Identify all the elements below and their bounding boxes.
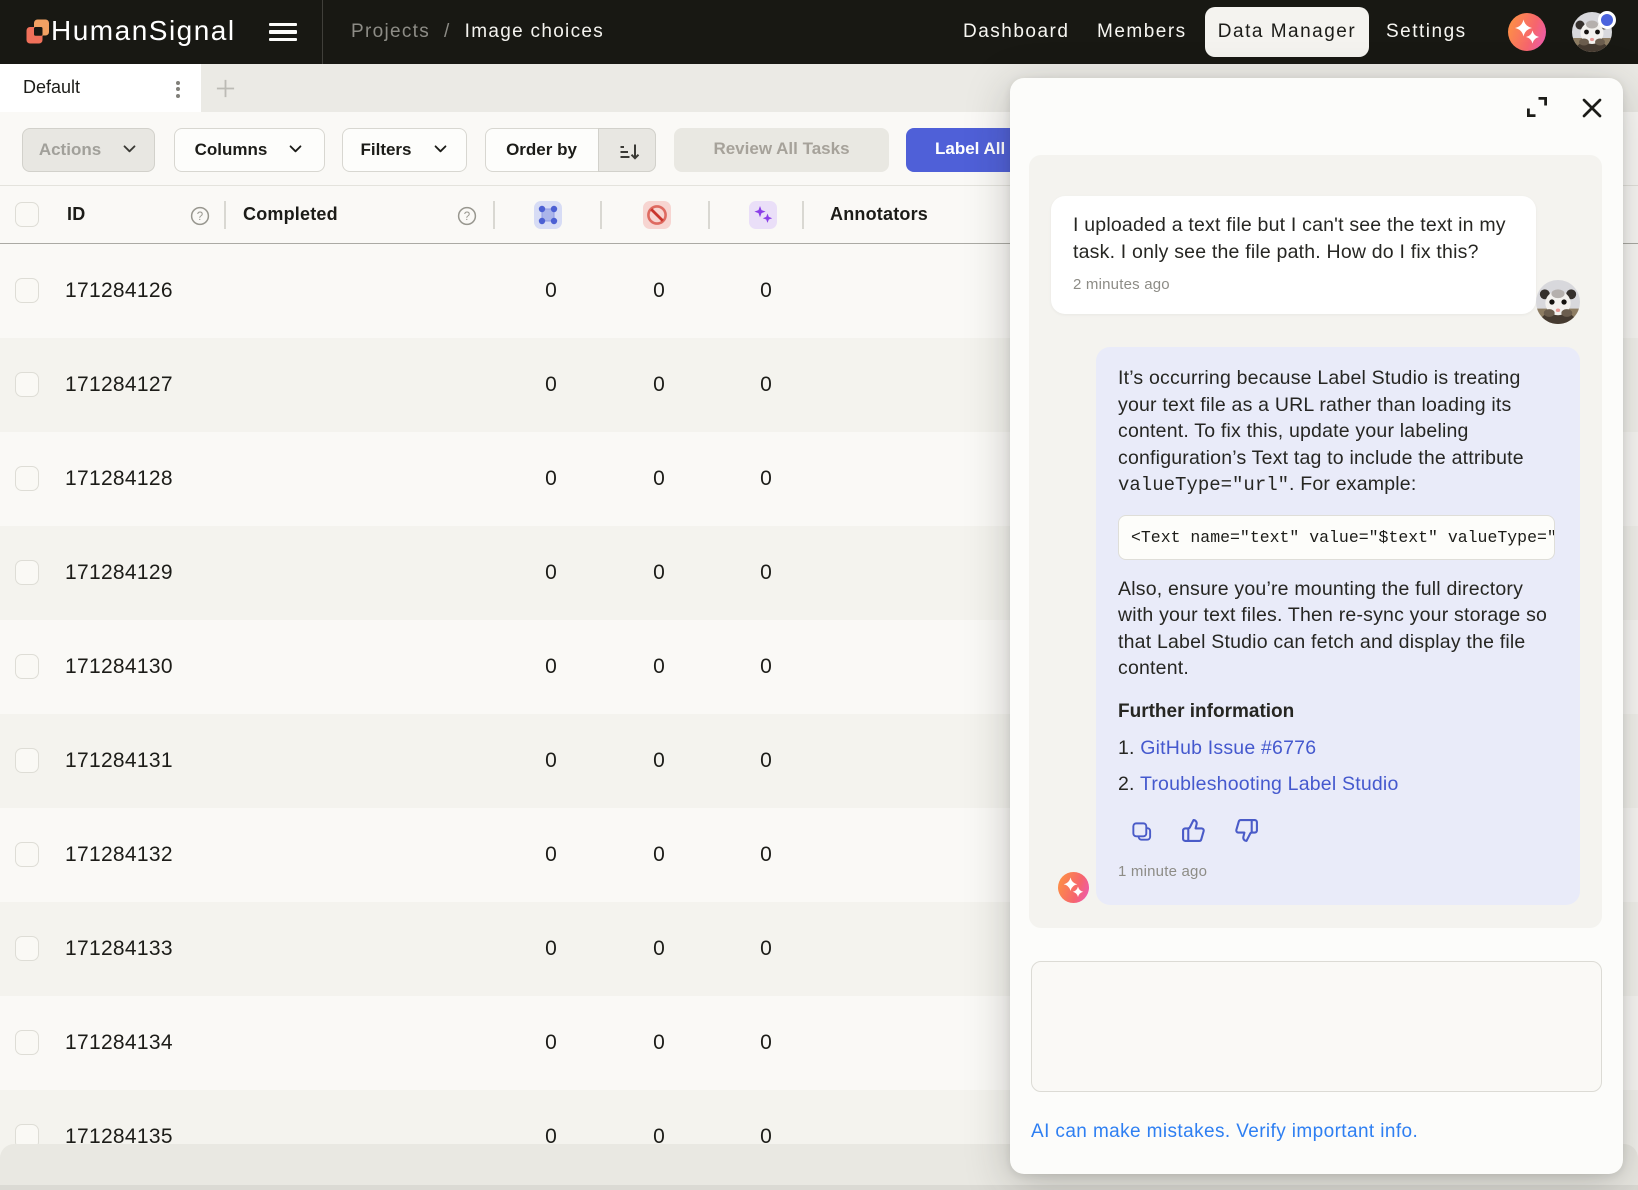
svg-text:?: ? — [197, 211, 203, 223]
svg-text:?: ? — [464, 211, 470, 223]
